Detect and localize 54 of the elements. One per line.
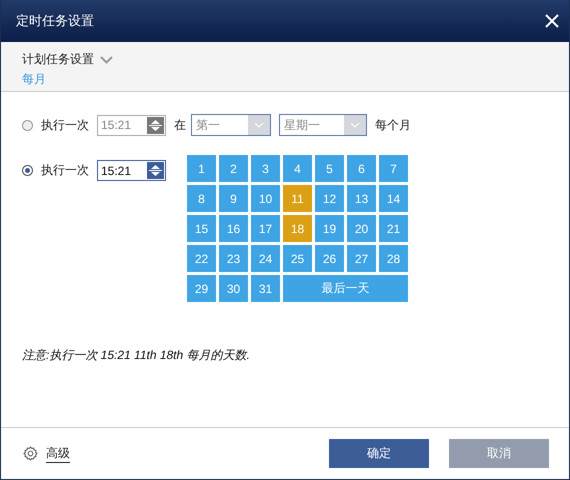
day-cell[interactable]: 22 (187, 245, 216, 272)
day-cell[interactable]: 24 (251, 245, 280, 272)
day-cell[interactable]: 30 (219, 275, 248, 302)
day-cell[interactable]: 4 (283, 155, 312, 182)
option-label: 执行一次 (41, 116, 89, 134)
chevron-down-icon[interactable] (100, 56, 113, 64)
settings-icon[interactable] (23, 446, 38, 461)
day-cell[interactable]: 25 (283, 245, 312, 272)
advanced-link[interactable]: 高级 (46, 444, 70, 462)
day-cell[interactable]: 1 (187, 155, 216, 182)
radio-button[interactable] (22, 120, 33, 130)
day-cell[interactable]: 21 (379, 215, 408, 242)
time-field[interactable]: 15:21 (97, 160, 166, 181)
spinner-icon[interactable] (147, 162, 164, 179)
day-cell[interactable]: 26 (315, 245, 344, 272)
close-icon[interactable] (545, 14, 559, 28)
day-cell[interactable]: 20 (347, 215, 376, 242)
day-cell[interactable]: 3 (251, 155, 280, 182)
day-cell[interactable]: 19 (315, 215, 344, 242)
at-label: 在 (174, 116, 186, 134)
day-cell[interactable]: 2 (219, 155, 248, 182)
day-cell[interactable]: 16 (219, 215, 248, 242)
day-cell[interactable]: 最后一天 (283, 275, 408, 302)
day-cell[interactable]: 5 (315, 155, 344, 182)
day-cell[interactable]: 11 (283, 185, 312, 212)
day-cell[interactable]: 27 (347, 245, 376, 272)
day-cell[interactable]: 9 (219, 185, 248, 212)
day-cell[interactable]: 31 (251, 275, 280, 302)
day-cell[interactable]: 12 (315, 185, 344, 212)
window-title: 定时任务设置 (16, 12, 95, 30)
time-field[interactable]: 15:21 (97, 114, 166, 136)
frequency-value: 每月 (22, 71, 46, 88)
option-label: 执行一次 (41, 162, 89, 179)
day-cell[interactable]: 8 (187, 185, 216, 212)
every-month-label: 每个月 (375, 116, 411, 134)
ok-button[interactable]: 确定 (329, 439, 429, 468)
day-cell[interactable]: 23 (219, 245, 248, 272)
radio-button[interactable] (22, 165, 33, 176)
day-cell[interactable]: 28 (379, 245, 408, 272)
ordinal-dropdown[interactable]: 第一 (191, 114, 271, 136)
day-cell[interactable]: 17 (251, 215, 280, 242)
day-cell[interactable]: 29 (187, 275, 216, 302)
schedule-settings-label: 计划任务设置 (22, 51, 94, 68)
day-cell[interactable]: 13 (347, 185, 376, 212)
day-cell[interactable]: 7 (379, 155, 408, 182)
day-cell[interactable]: 6 (347, 155, 376, 182)
weekday-dropdown[interactable]: 星期一 (279, 114, 367, 136)
cancel-button[interactable]: 取消 (449, 439, 549, 468)
spinner-icon[interactable] (147, 116, 164, 134)
note-text: 注意:执行一次 15:21 11th 18th 每月的天数. (22, 347, 251, 364)
day-cell[interactable]: 15 (187, 215, 216, 242)
day-cell[interactable]: 14 (379, 185, 408, 212)
day-cell[interactable]: 10 (251, 185, 280, 212)
day-cell[interactable]: 18 (283, 215, 312, 242)
